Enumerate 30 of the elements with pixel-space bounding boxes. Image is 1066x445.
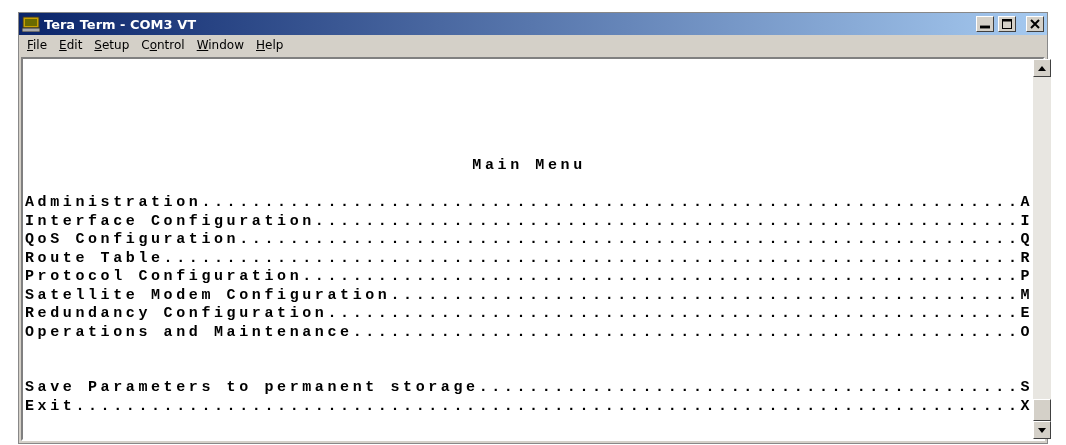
menu-option-line: Satellite Modem Configuration..................................................M — [25, 286, 1034, 305]
close-icon — [1030, 19, 1040, 29]
menu-option-line: Operations and Maintenance.....................................................O — [25, 323, 1034, 342]
menu-option-line: QoS Configuration..............................................................Q — [25, 231, 1034, 250]
scroll-up-button[interactable] — [1033, 59, 1052, 77]
minimize-button[interactable] — [976, 16, 994, 32]
menu-item[interactable]: Window — [190, 38, 250, 52]
menu-option-line: Interface Configuration........................................................I — [25, 212, 1034, 231]
menu-item[interactable]: Edit — [53, 38, 89, 52]
terminal-app-icon — [22, 16, 40, 32]
scroll-down-button[interactable] — [1033, 421, 1052, 439]
up-arrow-icon — [1038, 65, 1047, 71]
scroll-thumb[interactable] — [1033, 399, 1052, 421]
menu-item[interactable]: Setup — [88, 38, 136, 52]
maximize-button[interactable] — [998, 16, 1016, 32]
menu-option-line: Exit...........................................................................X — [25, 397, 1034, 416]
menu-option-line: Route Table....................................................................R — [25, 249, 1034, 268]
menu-option-line: Save Parameters to permanent storage...........................................S — [25, 379, 1034, 398]
window-title: Tera Term - COM3 VT — [44, 16, 198, 32]
vertical-scrollbar[interactable] — [1033, 59, 1052, 439]
menu-item[interactable]: Control — [135, 38, 191, 52]
menu-item[interactable]: Help — [250, 38, 290, 52]
menu-heading: Main Menu — [472, 157, 586, 176]
menu-option-line: Administration.................................................................A — [25, 194, 1034, 213]
menu-item[interactable]: File — [21, 38, 54, 52]
maximize-icon — [1002, 19, 1012, 29]
close-button[interactable] — [1026, 16, 1044, 32]
menu-option-line: Redundancy Configuration.......................................................E — [25, 305, 1034, 324]
down-arrow-icon — [1038, 427, 1047, 433]
menu-option-line: Protocol Configuration.........................................................P — [25, 268, 1034, 287]
